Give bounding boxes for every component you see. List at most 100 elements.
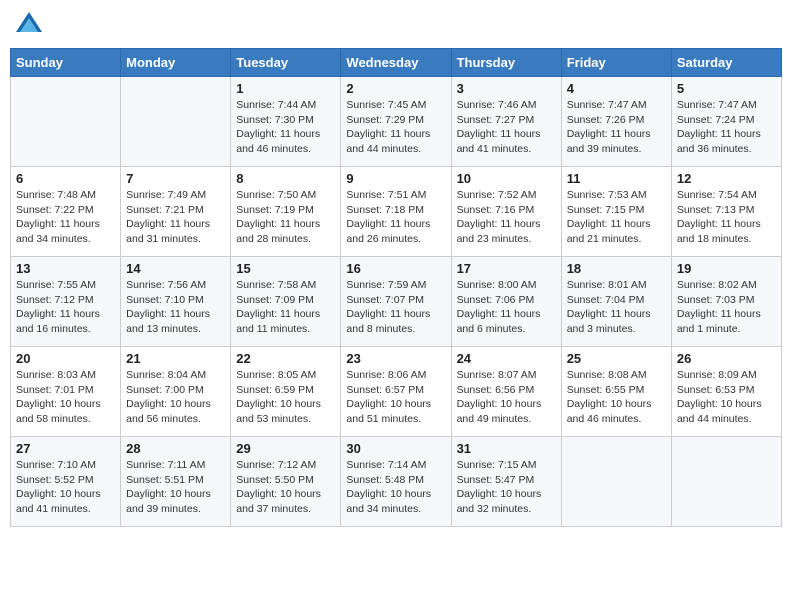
calendar-cell: 8Sunrise: 7:50 AMSunset: 7:19 PMDaylight… <box>231 167 341 257</box>
day-number: 24 <box>457 351 556 366</box>
calendar-cell: 2 Sunrise: 7:45 AMSunset: 7:29 PMDaylight… <box>341 77 451 167</box>
day-info: Sunrise: 7:44 AMSunset: 7:30 PMDaylight:… <box>236 98 335 157</box>
page-header <box>10 10 782 40</box>
day-number: 14 <box>126 261 225 276</box>
day-number: 11 <box>567 171 666 186</box>
weekday-header-sunday: Sunday <box>11 49 121 77</box>
calendar-week-3: 13 Sunrise: 7:55 AMSunset: 7:12 PMDayligh… <box>11 257 782 347</box>
day-number: 3 <box>457 81 556 96</box>
day-info: Sunrise: 7:47 AMSunset: 7:26 PMDaylight:… <box>567 98 666 157</box>
day-number: 23 <box>346 351 445 366</box>
day-number: 18 <box>567 261 666 276</box>
day-info: Sunrise: 7:10 AMSunset: 5:52 PMDaylight:… <box>16 458 115 517</box>
weekday-header-thursday: Thursday <box>451 49 561 77</box>
day-info: Sunrise: 7:45 AMSunset: 7:29 PMDaylight:… <box>346 98 445 157</box>
calendar-cell: 30 Sunrise: 7:14 AMSunset: 5:48 PMDayligh… <box>341 437 451 527</box>
day-info: Sunrise: 7:48 AMSunset: 7:22 PMDaylight:… <box>16 188 115 247</box>
day-info: Sunrise: 7:11 AMSunset: 5:51 PMDaylight:… <box>126 458 225 517</box>
calendar-week-4: 20 Sunrise: 8:03 AMSunset: 7:01 PMDayligh… <box>11 347 782 437</box>
calendar-cell: 9Sunrise: 7:51 AMSunset: 7:18 PMDaylight… <box>341 167 451 257</box>
calendar-cell <box>121 77 231 167</box>
calendar-cell: 14 Sunrise: 7:56 AMSunset: 7:10 PMDayligh… <box>121 257 231 347</box>
calendar-cell: 13 Sunrise: 7:55 AMSunset: 7:12 PMDayligh… <box>11 257 121 347</box>
calendar-cell: 7Sunrise: 7:49 AMSunset: 7:21 PMDaylight… <box>121 167 231 257</box>
calendar-cell: 3 Sunrise: 7:46 AMSunset: 7:27 PMDaylight… <box>451 77 561 167</box>
calendar-header: SundayMondayTuesdayWednesdayThursdayFrid… <box>11 49 782 77</box>
day-number: 29 <box>236 441 335 456</box>
calendar-cell: 27 Sunrise: 7:10 AMSunset: 5:52 PMDayligh… <box>11 437 121 527</box>
day-info: Sunrise: 8:01 AMSunset: 7:04 PMDaylight:… <box>567 278 666 337</box>
day-info: Sunrise: 8:09 AMSunset: 6:53 PMDaylight:… <box>677 368 776 427</box>
day-number: 21 <box>126 351 225 366</box>
day-number: 28 <box>126 441 225 456</box>
calendar-cell: 11Sunrise: 7:53 AMSunset: 7:15 PMDayligh… <box>561 167 671 257</box>
calendar-cell: 24Sunrise: 8:07 AMSunset: 6:56 PMDayligh… <box>451 347 561 437</box>
logo-icon <box>14 10 44 40</box>
day-number: 9 <box>346 171 445 186</box>
day-info: Sunrise: 7:14 AMSunset: 5:48 PMDaylight:… <box>346 458 445 517</box>
day-info: Sunrise: 7:15 AMSunset: 5:47 PMDaylight:… <box>457 458 556 517</box>
calendar-cell: 22 Sunrise: 8:05 AMSunset: 6:59 PMDayligh… <box>231 347 341 437</box>
calendar-cell: 18 Sunrise: 8:01 AMSunset: 7:04 PMDayligh… <box>561 257 671 347</box>
day-number: 12 <box>677 171 776 186</box>
calendar-cell: 6 Sunrise: 7:48 AMSunset: 7:22 PMDaylight… <box>11 167 121 257</box>
day-info: Sunrise: 7:50 AMSunset: 7:19 PMDaylight:… <box>236 188 335 247</box>
day-number: 30 <box>346 441 445 456</box>
calendar-cell: 5 Sunrise: 7:47 AMSunset: 7:24 PMDaylight… <box>671 77 781 167</box>
logo <box>14 10 48 40</box>
weekday-header-monday: Monday <box>121 49 231 77</box>
day-number: 6 <box>16 171 115 186</box>
day-number: 5 <box>677 81 776 96</box>
day-info: Sunrise: 8:05 AMSunset: 6:59 PMDaylight:… <box>236 368 335 427</box>
day-number: 13 <box>16 261 115 276</box>
calendar-cell: 28 Sunrise: 7:11 AMSunset: 5:51 PMDayligh… <box>121 437 231 527</box>
calendar-week-1: 1 Sunrise: 7:44 AMSunset: 7:30 PMDaylight… <box>11 77 782 167</box>
day-info: Sunrise: 7:58 AMSunset: 7:09 PMDaylight:… <box>236 278 335 337</box>
day-number: 15 <box>236 261 335 276</box>
calendar-cell: 20 Sunrise: 8:03 AMSunset: 7:01 PMDayligh… <box>11 347 121 437</box>
calendar-cell <box>561 437 671 527</box>
day-info: Sunrise: 7:55 AMSunset: 7:12 PMDaylight:… <box>16 278 115 337</box>
day-number: 31 <box>457 441 556 456</box>
calendar-cell: 10Sunrise: 7:52 AMSunset: 7:16 PMDayligh… <box>451 167 561 257</box>
day-number: 26 <box>677 351 776 366</box>
day-number: 1 <box>236 81 335 96</box>
day-number: 20 <box>16 351 115 366</box>
day-info: Sunrise: 8:08 AMSunset: 6:55 PMDaylight:… <box>567 368 666 427</box>
day-info: Sunrise: 7:49 AMSunset: 7:21 PMDaylight:… <box>126 188 225 247</box>
day-info: Sunrise: 7:47 AMSunset: 7:24 PMDaylight:… <box>677 98 776 157</box>
day-number: 17 <box>457 261 556 276</box>
calendar-cell: 17Sunrise: 8:00 AMSunset: 7:06 PMDayligh… <box>451 257 561 347</box>
weekday-header-tuesday: Tuesday <box>231 49 341 77</box>
day-info: Sunrise: 7:12 AMSunset: 5:50 PMDaylight:… <box>236 458 335 517</box>
weekday-header-saturday: Saturday <box>671 49 781 77</box>
calendar-cell: 16 Sunrise: 7:59 AMSunset: 7:07 PMDayligh… <box>341 257 451 347</box>
day-info: Sunrise: 8:03 AMSunset: 7:01 PMDaylight:… <box>16 368 115 427</box>
day-number: 16 <box>346 261 445 276</box>
day-info: Sunrise: 7:46 AMSunset: 7:27 PMDaylight:… <box>457 98 556 157</box>
day-info: Sunrise: 7:59 AMSunset: 7:07 PMDaylight:… <box>346 278 445 337</box>
calendar-cell: 31 Sunrise: 7:15 AMSunset: 5:47 PMDayligh… <box>451 437 561 527</box>
calendar-cell: 25 Sunrise: 8:08 AMSunset: 6:55 PMDayligh… <box>561 347 671 437</box>
calendar-cell <box>11 77 121 167</box>
day-number: 19 <box>677 261 776 276</box>
day-info: Sunrise: 7:56 AMSunset: 7:10 PMDaylight:… <box>126 278 225 337</box>
day-number: 25 <box>567 351 666 366</box>
calendar-cell: 19Sunrise: 8:02 AMSunset: 7:03 PMDayligh… <box>671 257 781 347</box>
day-number: 27 <box>16 441 115 456</box>
calendar-body: 1 Sunrise: 7:44 AMSunset: 7:30 PMDaylight… <box>11 77 782 527</box>
calendar-table: SundayMondayTuesdayWednesdayThursdayFrid… <box>10 48 782 527</box>
day-number: 10 <box>457 171 556 186</box>
calendar-cell <box>671 437 781 527</box>
calendar-week-5: 27 Sunrise: 7:10 AMSunset: 5:52 PMDayligh… <box>11 437 782 527</box>
calendar-cell: 23Sunrise: 8:06 AMSunset: 6:57 PMDayligh… <box>341 347 451 437</box>
weekday-row: SundayMondayTuesdayWednesdayThursdayFrid… <box>11 49 782 77</box>
calendar-cell: 4Sunrise: 7:47 AMSunset: 7:26 PMDaylight… <box>561 77 671 167</box>
weekday-header-wednesday: Wednesday <box>341 49 451 77</box>
calendar-cell: 1 Sunrise: 7:44 AMSunset: 7:30 PMDaylight… <box>231 77 341 167</box>
calendar-cell: 21Sunrise: 8:04 AMSunset: 7:00 PMDayligh… <box>121 347 231 437</box>
day-info: Sunrise: 7:54 AMSunset: 7:13 PMDaylight:… <box>677 188 776 247</box>
calendar-week-2: 6 Sunrise: 7:48 AMSunset: 7:22 PMDaylight… <box>11 167 782 257</box>
day-number: 22 <box>236 351 335 366</box>
day-number: 2 <box>346 81 445 96</box>
